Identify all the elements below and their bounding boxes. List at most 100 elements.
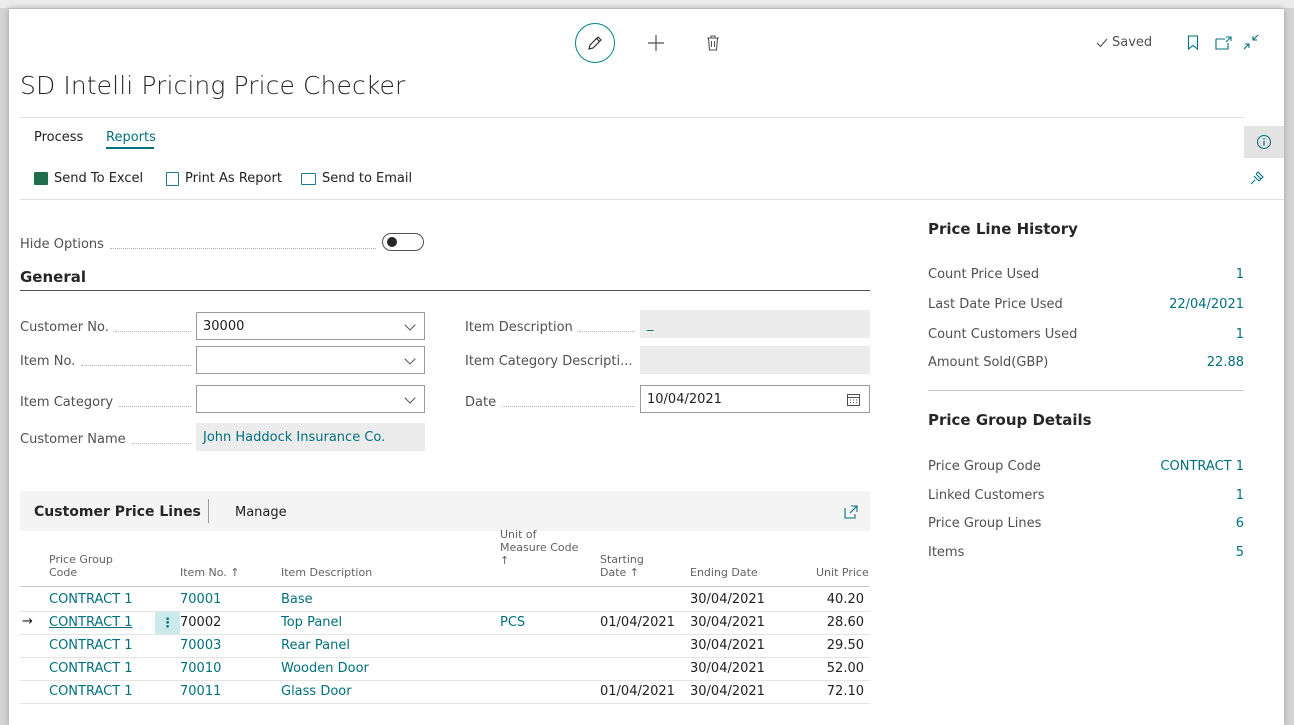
item-no-field[interactable] <box>196 346 425 374</box>
price-line-history-title: Price Line History <box>928 220 1078 238</box>
hide-options-text: Hide Options <box>20 236 104 252</box>
edit-button[interactable] <box>575 23 615 63</box>
item-description-label: Item Description <box>465 318 641 336</box>
page-title: SD Intelli Pricing Price Checker <box>20 71 406 100</box>
item-no-cell[interactable]: 70011 <box>180 684 221 699</box>
price-group-code-cell[interactable]: CONTRACT 1 <box>49 592 133 607</box>
linked-customers-label: Linked Customers <box>928 488 1045 503</box>
ending-date-cell: 30/04/2021 <box>690 638 765 653</box>
item-description-cell[interactable]: Glass Door <box>281 684 352 699</box>
item-no-label: Item No. <box>20 352 197 370</box>
item-description-cell[interactable]: Top Panel <box>281 615 342 630</box>
amount-sold-label: Amount Sold(GBP) <box>928 355 1049 370</box>
table-row[interactable]: CONTRACT 1 70010 Wooden Door 30/04/2021 … <box>20 658 870 681</box>
date-field[interactable]: 10/04/2021 <box>640 385 870 413</box>
item-description-cell[interactable]: Base <box>281 592 313 607</box>
calendar-icon[interactable] <box>847 393 860 406</box>
send-to-excel-button[interactable]: Send To Excel <box>34 171 143 186</box>
pin-icon <box>1250 171 1264 185</box>
column-header-item-description[interactable]: Item Description <box>281 566 372 579</box>
table-row[interactable]: CONTRACT 1 70003 Rear Panel 30/04/2021 2… <box>20 635 870 658</box>
chevron-down-icon[interactable] <box>404 319 416 331</box>
price-group-code-cell[interactable]: CONTRACT 1 <box>49 615 133 630</box>
ending-date-cell: 30/04/2021 <box>690 661 765 676</box>
item-category-description-field[interactable] <box>640 346 870 374</box>
page-card: Saved SD Intelli Pricing Price Checker P… <box>9 8 1284 725</box>
saved-status: Saved <box>1096 35 1152 50</box>
item-description-cell[interactable]: Rear Panel <box>281 638 350 653</box>
pin-action-bar-button[interactable] <box>1249 170 1265 190</box>
header-line: Price Group <box>49 553 113 566</box>
linked-customers-value[interactable]: 1 <box>1236 488 1244 503</box>
divider <box>20 117 1244 118</box>
column-header-ending-date[interactable]: Ending Date <box>690 566 758 579</box>
customer-no-field[interactable]: 30000 <box>196 312 425 340</box>
excel-icon <box>34 172 48 185</box>
info-pane-button[interactable] <box>1244 126 1284 158</box>
customer-no-label-text: Customer No. <box>20 319 109 335</box>
column-header-starting-date[interactable]: Starting Date ↑ <box>600 553 644 579</box>
item-no-cell[interactable]: 70002 <box>180 615 221 630</box>
collapse-button[interactable] <box>1243 34 1261 52</box>
column-header-unit-price[interactable]: Unit Price <box>816 566 869 579</box>
column-header-uom[interactable]: Unit of Measure Code ↑ <box>500 528 578 567</box>
print-as-report-button[interactable]: Print As Report <box>166 171 282 186</box>
item-description-field[interactable]: _ <box>640 310 870 338</box>
price-group-code-cell[interactable]: CONTRACT 1 <box>49 661 133 676</box>
item-description-cell[interactable]: Wooden Door <box>281 661 369 676</box>
customer-no-value: 30000 <box>203 318 245 334</box>
ending-date-cell: 30/04/2021 <box>690 684 765 699</box>
price-group-details-title: Price Group Details <box>928 411 1092 429</box>
amount-sold-value[interactable]: 22.88 <box>1207 355 1244 370</box>
item-no-cell[interactable]: 70003 <box>180 638 221 653</box>
price-group-lines-label: Price Group Lines <box>928 516 1042 531</box>
menu-reports[interactable]: Reports <box>106 130 156 145</box>
current-row-arrow-icon: → <box>22 614 33 629</box>
unit-price-cell: 52.00 <box>826 661 864 676</box>
item-no-cell[interactable]: 70010 <box>180 661 221 676</box>
price-group-lines-value[interactable]: 6 <box>1236 516 1244 531</box>
price-group-code-cell[interactable]: CONTRACT 1 <box>49 638 133 653</box>
customer-name-field[interactable]: John Haddock Insurance Co. <box>196 423 425 451</box>
table-row[interactable]: CONTRACT 1 70011 Glass Door 01/04/2021 3… <box>20 681 870 704</box>
bookmark-button[interactable] <box>1187 35 1201 51</box>
hide-options-toggle[interactable] <box>382 233 424 251</box>
row-actions-button[interactable]: ⋮ <box>155 612 180 634</box>
table-row-selected[interactable]: → CONTRACT 1 ⋮ 70002 Top Panel PCS 01/04… <box>20 612 870 635</box>
saved-label: Saved <box>1112 35 1153 50</box>
table-row[interactable]: CONTRACT 1 70001 Base 30/04/2021 40.20 <box>20 589 870 612</box>
chevron-down-icon[interactable] <box>404 353 416 365</box>
delete-button[interactable] <box>703 33 723 53</box>
item-category-label: Item Category <box>20 393 197 411</box>
item-category-description-label: Item Category Descripti... <box>465 352 641 370</box>
price-group-code-label: Price Group Code <box>928 459 1041 474</box>
price-group-code-value[interactable]: CONTRACT 1 <box>1160 459 1244 474</box>
checkmark-icon <box>1096 38 1108 47</box>
uom-cell[interactable]: PCS <box>500 615 525 630</box>
header-line: Measure Code <box>500 541 579 554</box>
header-line: Date ↑ <box>600 566 640 579</box>
manage-menu[interactable]: Manage <box>235 505 287 520</box>
item-no-cell[interactable]: 70001 <box>180 592 221 607</box>
item-category-field[interactable] <box>196 385 425 413</box>
info-icon <box>1257 135 1271 149</box>
count-price-used-value[interactable]: 1 <box>1236 267 1244 282</box>
menu-process[interactable]: Process <box>34 130 83 145</box>
toggle-knob <box>387 237 397 247</box>
send-to-email-button[interactable]: Send to Email <box>301 171 412 186</box>
customer-name-label-text: Customer Name <box>20 431 126 447</box>
expand-part-button[interactable] <box>844 504 858 523</box>
linked-customers-row: Linked Customers 1 <box>928 488 1244 503</box>
new-button[interactable] <box>646 33 666 53</box>
last-date-price-used-value[interactable]: 22/04/2021 <box>1169 297 1244 312</box>
column-header-price-group-code[interactable]: Price Group Code <box>49 553 113 579</box>
column-header-item-no[interactable]: Item No. ↑ <box>180 566 240 579</box>
items-value[interactable]: 5 <box>1236 545 1244 560</box>
open-new-window-button[interactable] <box>1215 35 1233 51</box>
chevron-down-icon[interactable] <box>404 392 416 404</box>
bookmark-icon <box>1187 35 1199 51</box>
starting-date-cell: 01/04/2021 <box>600 615 675 630</box>
item-description-label-text: Item Description <box>465 319 573 335</box>
price-group-code-cell[interactable]: CONTRACT 1 <box>49 684 133 699</box>
count-customers-used-value[interactable]: 1 <box>1236 327 1244 342</box>
